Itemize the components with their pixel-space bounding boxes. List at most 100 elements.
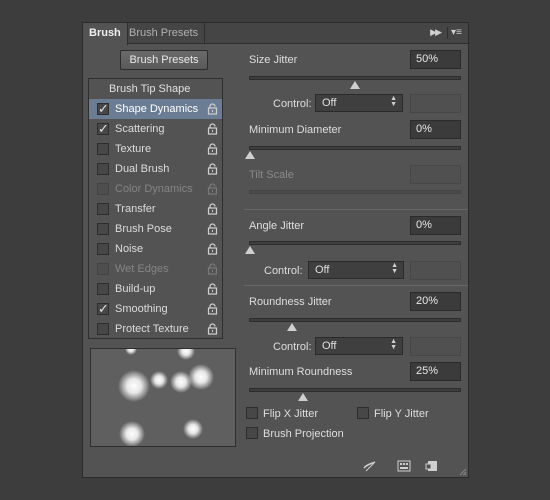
option-label: Texture [115,143,152,155]
option-color-dynamics: Color Dynamics [89,179,222,199]
grid-view-icon[interactable] [397,460,411,472]
option-checkbox[interactable] [97,283,109,295]
option-label: Build-up [115,283,156,295]
panel-tab-bar: Brush Brush Presets ▶▶ ▾≡ [83,23,468,45]
roundness-jitter-slider[interactable] [249,318,461,331]
select-value: Off [322,340,337,352]
tab-brush[interactable]: Brush [83,23,128,45]
lock-icon[interactable] [207,303,218,315]
option-checkbox[interactable] [97,99,109,119]
roundness-jitter-field[interactable]: 20% [410,292,461,311]
flip-x-jitter-checkbox[interactable] [246,407,258,419]
create-new-brush-icon[interactable] [425,460,439,472]
brush-options-list: Brush Tip Shape Shape Dynamics Scattering… [88,78,223,339]
option-smoothing[interactable]: Smoothing [89,299,222,319]
option-checkbox[interactable] [97,299,109,319]
tilt-scale-slider [249,190,461,194]
size-jitter-field[interactable]: 50% [410,50,461,69]
brush-panel: Brush Brush Presets ▶▶ ▾≡ Brush Presets … [82,22,469,478]
lock-icon[interactable] [207,223,218,235]
option-scattering[interactable]: Scattering [89,119,222,139]
option-checkbox[interactable] [97,203,109,215]
tab-brush-presets[interactable]: Brush Presets [123,23,206,44]
size-jitter-label: Size Jitter [249,54,298,66]
option-wet-edges: Wet Edges [89,259,222,279]
select-arrows-icon: ▲ ▼ [390,95,397,108]
size-control-select[interactable]: Off ▲ ▼ [315,94,403,112]
lock-icon[interactable] [207,323,218,335]
option-checkbox[interactable] [97,119,109,139]
size-jitter-slider[interactable] [249,76,461,89]
lock-icon[interactable] [207,163,218,175]
option-texture[interactable]: Texture [89,139,222,159]
slider-thumb[interactable] [297,393,308,401]
lock-icon[interactable] [207,183,218,195]
roundness-control-label: Control: [273,341,312,353]
angle-jitter-slider[interactable] [245,241,461,254]
panel-menu-icon[interactable]: ▾≡ [447,27,463,39]
option-checkbox[interactable] [97,323,109,335]
lock-icon[interactable] [207,123,218,135]
divider [244,209,468,210]
lock-icon[interactable] [207,263,218,275]
lock-icon[interactable] [207,103,218,115]
option-checkbox[interactable] [97,163,109,175]
option-label: Noise [115,243,144,255]
flip-y-jitter-label: Flip Y Jitter [374,408,429,420]
option-label: Color Dynamics [115,183,193,195]
option-label: Scattering [115,123,165,135]
double-arrow-icon[interactable]: ▶▶ [430,27,442,38]
roundness-jitter-label: Roundness Jitter [249,296,332,308]
brush-stroke-preview [90,348,236,447]
minimum-diameter-label: Minimum Diameter [249,124,342,136]
lock-icon[interactable] [207,143,218,155]
option-shape-dynamics[interactable]: Shape Dynamics [89,99,222,119]
tilt-scale-field [410,165,461,184]
option-protect-texture[interactable]: Protect Texture [89,319,222,339]
slider-thumb[interactable] [245,246,255,254]
option-label: Protect Texture [115,323,189,335]
brush-preview-canvas [118,349,214,446]
options-header-brush-tip-shape[interactable]: Brush Tip Shape [89,79,222,99]
flip-y-jitter-checkbox[interactable] [357,407,369,419]
minimum-diameter-slider[interactable] [245,146,461,159]
roundness-control-extra-field [410,337,461,356]
option-transfer[interactable]: Transfer [89,199,222,219]
lock-icon[interactable] [207,243,218,255]
angle-jitter-field[interactable]: 0% [410,216,461,235]
angle-control-extra-field [410,261,461,280]
angle-jitter-label: Angle Jitter [249,220,305,232]
select-arrows-icon: ▲ ▼ [391,262,398,275]
option-checkbox[interactable] [97,223,109,235]
minimum-roundness-field[interactable]: 25% [410,362,461,381]
size-control-extra-field [410,94,461,113]
minimum-roundness-slider[interactable] [249,388,461,401]
slider-thumb[interactable] [287,323,297,331]
option-label: Transfer [115,203,156,215]
brush-presets-button[interactable]: Brush Presets [120,50,208,70]
select-value: Off [322,97,337,109]
size-control-label: Control: [273,98,312,110]
option-checkbox[interactable] [97,243,109,255]
option-checkbox[interactable] [97,143,109,155]
option-brush-pose[interactable]: Brush Pose [89,219,222,239]
select-arrows-icon: ▲ ▼ [390,338,397,351]
slider-thumb[interactable] [350,81,360,89]
lock-icon[interactable] [207,203,218,215]
option-label: Dual Brush [115,163,170,175]
resize-grip-icon[interactable] [459,468,467,476]
lock-icon[interactable] [207,283,218,295]
minimum-diameter-field[interactable]: 0% [410,120,461,139]
angle-control-label: Control: [264,265,303,277]
toggle-live-tip-icon[interactable] [363,460,377,472]
select-value: Off [315,264,330,276]
brush-projection-checkbox[interactable] [246,427,258,439]
slider-thumb[interactable] [245,151,255,159]
option-dual-brush[interactable]: Dual Brush [89,159,222,179]
option-noise[interactable]: Noise [89,239,222,259]
option-build-up[interactable]: Build-up [89,279,222,299]
minimum-roundness-label: Minimum Roundness [249,366,353,378]
option-label: Shape Dynamics [115,103,199,115]
roundness-control-select[interactable]: Off ▲ ▼ [315,337,403,355]
angle-control-select[interactable]: Off ▲ ▼ [308,261,404,279]
